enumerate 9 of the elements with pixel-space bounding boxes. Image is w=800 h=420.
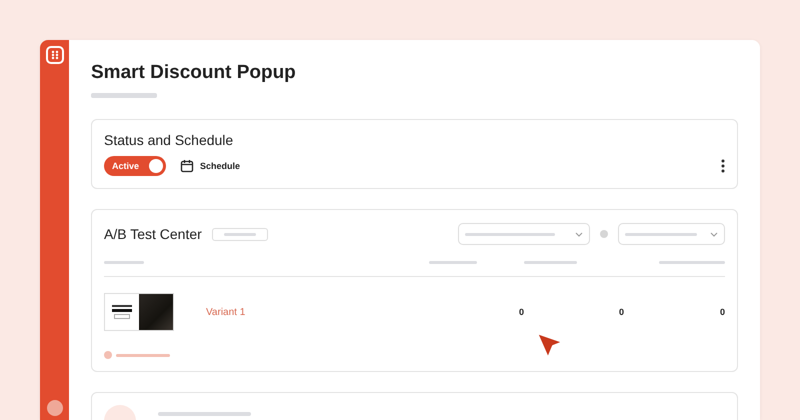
status-toggle[interactable]: Active bbox=[104, 156, 166, 176]
table-cell-text: 0 bbox=[718, 307, 725, 317]
table-cell-text: 0 bbox=[518, 307, 524, 317]
schedule-link[interactable]: Schedule bbox=[200, 161, 240, 171]
page-title: Smart Discount Popup bbox=[91, 62, 297, 84]
variant-link[interactable]: Variant 1 bbox=[206, 306, 246, 318]
card-title: A/B Test Center bbox=[104, 226, 202, 242]
card-title: Status and Schedule bbox=[104, 132, 234, 148]
table-cell-text: 0 bbox=[618, 307, 624, 317]
